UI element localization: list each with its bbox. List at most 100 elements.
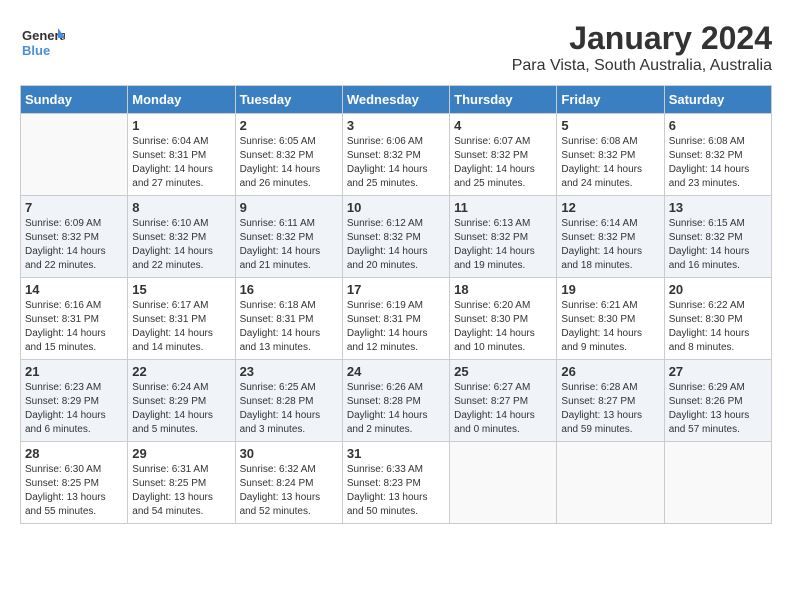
day-number: 14: [25, 282, 123, 297]
day-number: 24: [347, 364, 445, 379]
day-number: 17: [347, 282, 445, 297]
day-number: 12: [561, 200, 659, 215]
day-info: Sunrise: 6:18 AM Sunset: 8:31 PM Dayligh…: [240, 299, 338, 355]
day-number: 23: [240, 364, 338, 379]
calendar-week-row: 28 Sunrise: 6:30 AM Sunset: 8:25 PM Dayli…: [21, 442, 772, 524]
day-info: Sunrise: 6:08 AM Sunset: 8:32 PM Dayligh…: [561, 135, 659, 191]
day-info: Sunrise: 6:14 AM Sunset: 8:32 PM Dayligh…: [561, 217, 659, 273]
calendar-week-row: 7Sunrise: 6:09 AM Sunset: 8:32 PM Daylig…: [21, 196, 772, 278]
day-info: Sunrise: 6:28 AM Sunset: 8:27 PM Dayligh…: [561, 381, 659, 437]
calendar-day-header: Friday: [557, 86, 664, 114]
day-number: 3: [347, 118, 445, 133]
day-info: Sunrise: 6:05 AM Sunset: 8:32 PM Dayligh…: [240, 135, 338, 191]
day-number: 29: [132, 446, 230, 461]
day-number: 18: [454, 282, 552, 297]
day-info: Sunrise: 6:26 AM Sunset: 8:28 PM Dayligh…: [347, 381, 445, 437]
day-info: Sunrise: 6:30 AM Sunset: 8:25 PM Dayligh…: [25, 463, 123, 519]
calendar-day-header: Sunday: [21, 86, 128, 114]
calendar-cell: [21, 114, 128, 196]
day-info: Sunrise: 6:23 AM Sunset: 8:29 PM Dayligh…: [25, 381, 123, 437]
day-number: 19: [561, 282, 659, 297]
day-info: Sunrise: 6:19 AM Sunset: 8:31 PM Dayligh…: [347, 299, 445, 355]
calendar-cell: 17 Sunrise: 6:19 AM Sunset: 8:31 PM Dayli…: [342, 278, 449, 360]
calendar-week-row: 21 Sunrise: 6:23 AM Sunset: 8:29 PM Dayli…: [21, 360, 772, 442]
day-number: 30: [240, 446, 338, 461]
day-number: 1: [132, 118, 230, 133]
day-info: Sunrise: 6:25 AM Sunset: 8:28 PM Dayligh…: [240, 381, 338, 437]
calendar-cell: 29 Sunrise: 6:31 AM Sunset: 8:25 PM Dayli…: [128, 442, 235, 524]
calendar-cell: 15 Sunrise: 6:17 AM Sunset: 8:31 PM Dayli…: [128, 278, 235, 360]
calendar-cell: 10 Sunrise: 6:12 AM Sunset: 8:32 PM Dayli…: [342, 196, 449, 278]
day-info: Sunrise: 6:15 AM Sunset: 8:32 PM Dayligh…: [669, 217, 767, 273]
calendar-cell: 23 Sunrise: 6:25 AM Sunset: 8:28 PM Dayli…: [235, 360, 342, 442]
calendar-cell: [664, 442, 771, 524]
day-info: Sunrise: 6:20 AM Sunset: 8:30 PM Dayligh…: [454, 299, 552, 355]
day-info: Sunrise: 6:10 AM Sunset: 8:32 PM Dayligh…: [132, 217, 230, 273]
day-number: 2: [240, 118, 338, 133]
day-number: 26: [561, 364, 659, 379]
day-number: 22: [132, 364, 230, 379]
calendar-cell: 11Sunrise: 6:13 AM Sunset: 8:32 PM Dayli…: [450, 196, 557, 278]
day-info: Sunrise: 6:17 AM Sunset: 8:31 PM Dayligh…: [132, 299, 230, 355]
day-info: Sunrise: 6:29 AM Sunset: 8:26 PM Dayligh…: [669, 381, 767, 437]
day-number: 8: [132, 200, 230, 215]
calendar-cell: [450, 442, 557, 524]
day-info: Sunrise: 6:27 AM Sunset: 8:27 PM Dayligh…: [454, 381, 552, 437]
calendar-cell: 1 Sunrise: 6:04 AM Sunset: 8:31 PM Daylig…: [128, 114, 235, 196]
title-block: January 2024 Para Vista, South Australia…: [512, 20, 772, 75]
day-info: Sunrise: 6:31 AM Sunset: 8:25 PM Dayligh…: [132, 463, 230, 519]
calendar-table: SundayMondayTuesdayWednesdayThursdayFrid…: [20, 85, 772, 524]
day-info: Sunrise: 6:07 AM Sunset: 8:32 PM Dayligh…: [454, 135, 552, 191]
day-number: 31: [347, 446, 445, 461]
page-title: January 2024: [512, 20, 772, 57]
calendar-cell: 25 Sunrise: 6:27 AM Sunset: 8:27 PM Dayli…: [450, 360, 557, 442]
day-info: Sunrise: 6:04 AM Sunset: 8:31 PM Dayligh…: [132, 135, 230, 191]
calendar-cell: 13Sunrise: 6:15 AM Sunset: 8:32 PM Dayli…: [664, 196, 771, 278]
day-info: Sunrise: 6:12 AM Sunset: 8:32 PM Dayligh…: [347, 217, 445, 273]
calendar-cell: 19Sunrise: 6:21 AM Sunset: 8:30 PM Dayli…: [557, 278, 664, 360]
day-number: 6: [669, 118, 767, 133]
calendar-cell: 5 Sunrise: 6:08 AM Sunset: 8:32 PM Daylig…: [557, 114, 664, 196]
day-number: 5: [561, 118, 659, 133]
calendar-cell: 18 Sunrise: 6:20 AM Sunset: 8:30 PM Dayli…: [450, 278, 557, 360]
calendar-cell: 3 Sunrise: 6:06 AM Sunset: 8:32 PM Daylig…: [342, 114, 449, 196]
day-info: Sunrise: 6:09 AM Sunset: 8:32 PM Dayligh…: [25, 217, 123, 273]
calendar-cell: 28 Sunrise: 6:30 AM Sunset: 8:25 PM Dayli…: [21, 442, 128, 524]
calendar-week-row: 14 Sunrise: 6:16 AM Sunset: 8:31 PM Dayli…: [21, 278, 772, 360]
day-info: Sunrise: 6:32 AM Sunset: 8:24 PM Dayligh…: [240, 463, 338, 519]
day-number: 28: [25, 446, 123, 461]
calendar-cell: 30 Sunrise: 6:32 AM Sunset: 8:24 PM Dayli…: [235, 442, 342, 524]
calendar-cell: 4 Sunrise: 6:07 AM Sunset: 8:32 PM Daylig…: [450, 114, 557, 196]
day-info: Sunrise: 6:06 AM Sunset: 8:32 PM Dayligh…: [347, 135, 445, 191]
day-number: 15: [132, 282, 230, 297]
day-number: 21: [25, 364, 123, 379]
day-info: Sunrise: 6:22 AM Sunset: 8:30 PM Dayligh…: [669, 299, 767, 355]
calendar-cell: 7Sunrise: 6:09 AM Sunset: 8:32 PM Daylig…: [21, 196, 128, 278]
day-number: 9: [240, 200, 338, 215]
calendar-cell: 27 Sunrise: 6:29 AM Sunset: 8:26 PM Dayli…: [664, 360, 771, 442]
page-subtitle: Para Vista, South Australia, Australia: [512, 57, 772, 75]
day-number: 27: [669, 364, 767, 379]
calendar-cell: 21 Sunrise: 6:23 AM Sunset: 8:29 PM Dayli…: [21, 360, 128, 442]
day-number: 25: [454, 364, 552, 379]
day-number: 11: [454, 200, 552, 215]
day-info: Sunrise: 6:16 AM Sunset: 8:31 PM Dayligh…: [25, 299, 123, 355]
calendar-cell: 8 Sunrise: 6:10 AM Sunset: 8:32 PM Daylig…: [128, 196, 235, 278]
calendar-cell: 24 Sunrise: 6:26 AM Sunset: 8:28 PM Dayli…: [342, 360, 449, 442]
calendar-cell: 6 Sunrise: 6:08 AM Sunset: 8:32 PM Daylig…: [664, 114, 771, 196]
calendar-cell: 31Sunrise: 6:33 AM Sunset: 8:23 PM Dayli…: [342, 442, 449, 524]
day-info: Sunrise: 6:08 AM Sunset: 8:32 PM Dayligh…: [669, 135, 767, 191]
logo-icon: General Blue: [20, 20, 60, 60]
calendar-week-row: 1 Sunrise: 6:04 AM Sunset: 8:31 PM Daylig…: [21, 114, 772, 196]
day-number: 16: [240, 282, 338, 297]
calendar-cell: [557, 442, 664, 524]
day-number: 4: [454, 118, 552, 133]
calendar-day-header: Wednesday: [342, 86, 449, 114]
calendar-cell: 14 Sunrise: 6:16 AM Sunset: 8:31 PM Dayli…: [21, 278, 128, 360]
svg-text:Blue: Blue: [22, 43, 50, 58]
day-number: 10: [347, 200, 445, 215]
day-info: Sunrise: 6:11 AM Sunset: 8:32 PM Dayligh…: [240, 217, 338, 273]
calendar-cell: 26 Sunrise: 6:28 AM Sunset: 8:27 PM Dayli…: [557, 360, 664, 442]
calendar-day-header: Saturday: [664, 86, 771, 114]
day-info: Sunrise: 6:24 AM Sunset: 8:29 PM Dayligh…: [132, 381, 230, 437]
